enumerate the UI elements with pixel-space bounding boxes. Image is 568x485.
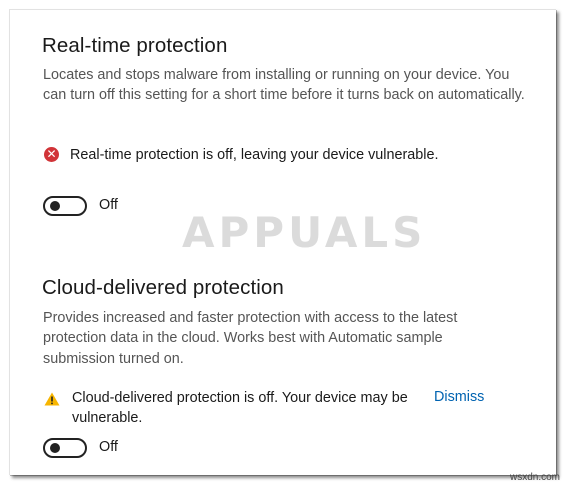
realtime-protection-description: Locates and stops malware from installin… (43, 67, 525, 104)
error-icon: ✕ (44, 147, 59, 162)
dismiss-link[interactable]: Dismiss (434, 389, 484, 405)
toggle-knob (50, 443, 60, 453)
realtime-protection-status: Real-time protection is off, leaving you… (70, 147, 439, 163)
realtime-protection-toggle-label: Off (99, 197, 118, 213)
watermark: APPUALS (182, 208, 427, 257)
settings-panel: Real-time protection Locates and stops m… (9, 9, 556, 475)
cloud-protection-description: Provides increased and faster protection… (43, 310, 458, 367)
cloud-protection-toggle[interactable] (43, 438, 87, 458)
toggle-knob (50, 201, 60, 211)
cloud-protection-title: Cloud-delivered protection (42, 276, 284, 299)
realtime-protection-title: Real-time protection (42, 34, 228, 57)
realtime-protection-toggle[interactable] (43, 196, 87, 216)
site-watermark: wsxdn.com (509, 472, 560, 483)
cloud-protection-toggle-label: Off (99, 439, 118, 455)
cloud-protection-status: Cloud-delivered protection is off. Your … (72, 390, 408, 427)
warning-icon (44, 392, 60, 406)
